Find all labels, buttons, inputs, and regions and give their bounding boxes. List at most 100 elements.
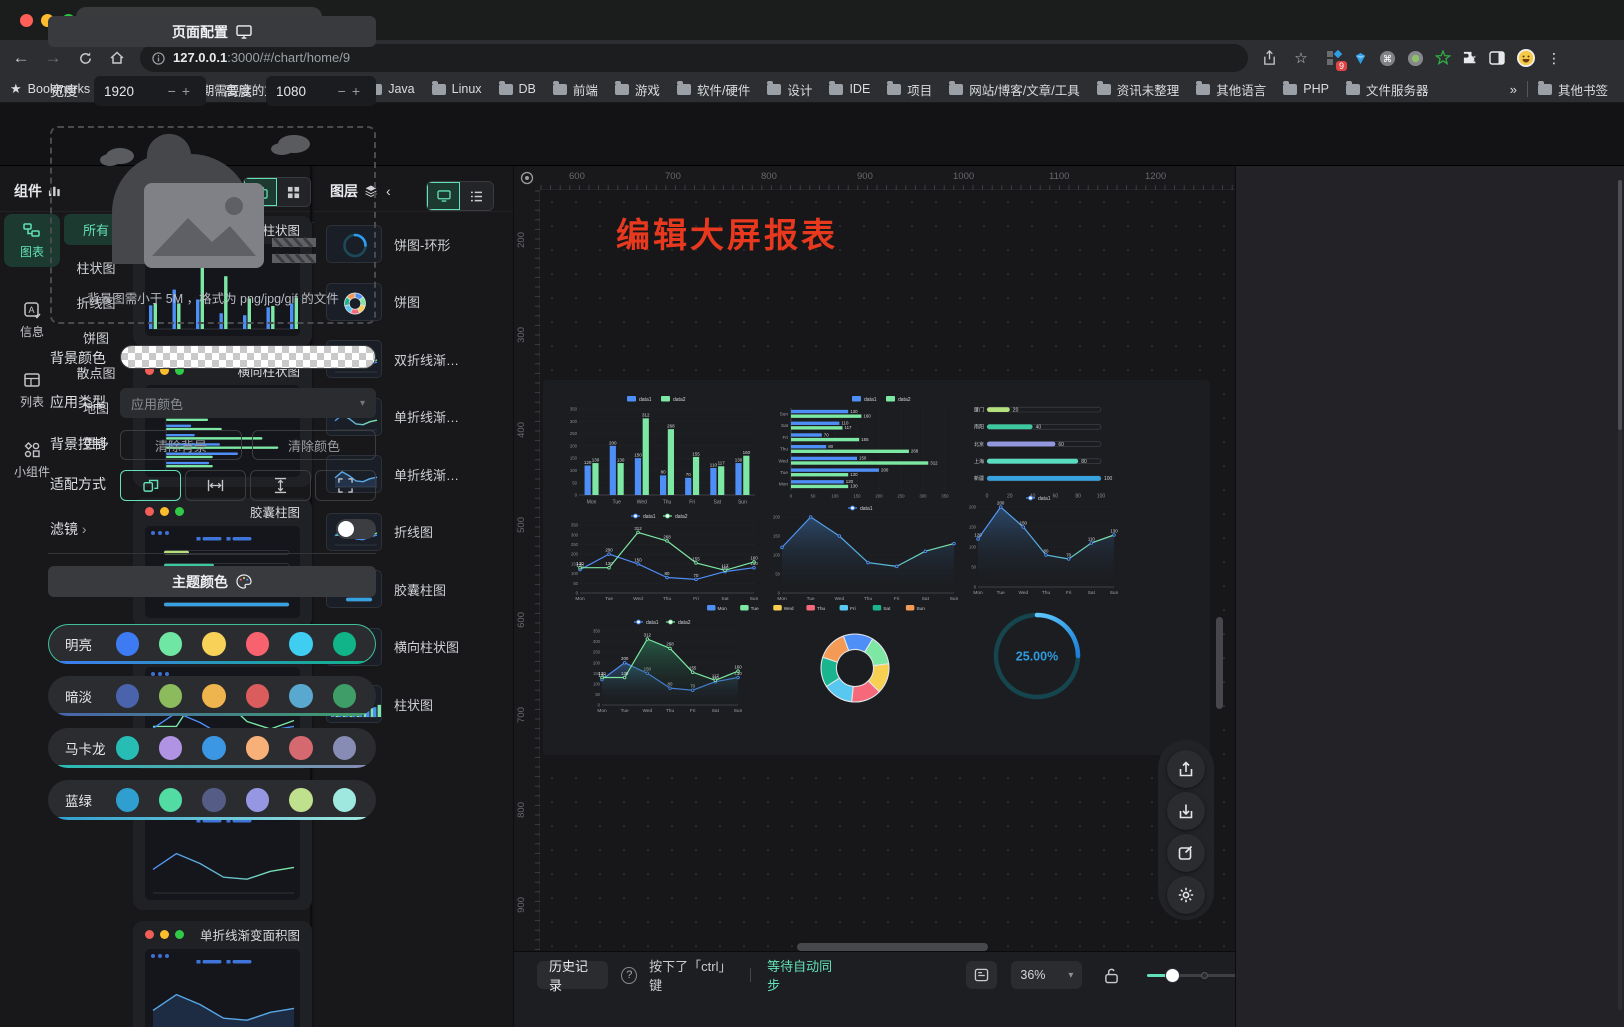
collapse-panel-icon[interactable]: ‹ — [386, 183, 391, 199]
clear-background-button[interactable]: 清除背景 — [120, 430, 242, 460]
canvas-chart-bar-horizontal[interactable]: 050100150200250300350MonTueWedThuFriSatS… — [769, 392, 963, 500]
forward-icon[interactable]: → — [42, 47, 64, 69]
canvas-chart-line-area[interactable]: 0501001502001202001508070110130MonTueWed… — [963, 492, 1121, 596]
bookmarks-star-icon[interactable]: ★ — [10, 81, 22, 97]
svg-text:Sun: Sun — [1110, 590, 1119, 596]
height-value: 1080 — [276, 84, 306, 99]
theme-row-明亮[interactable]: 明亮 — [48, 624, 376, 664]
bookmark-folder[interactable]: 资讯未整理 — [1097, 80, 1180, 99]
bookmark-folder[interactable]: 设计 — [767, 80, 812, 99]
extension-grid-icon[interactable]: 9 — [1326, 50, 1342, 66]
lock-icon[interactable] — [1104, 967, 1119, 984]
gem-extension-icon[interactable] — [1353, 51, 1368, 66]
theme-color-dot — [116, 736, 139, 760]
page-config-panel — [1235, 166, 1624, 1027]
bg-control-label: 背景控制 — [50, 434, 106, 454]
url-bar[interactable]: 127.0.0.1:3000/#/chart/home/9 — [140, 44, 1248, 72]
sidebar-item-icon — [23, 371, 41, 389]
canvas-chart-pie-donut[interactable]: MonTueWedThuFriSatSun — [703, 602, 943, 718]
import-button[interactable] — [1167, 792, 1205, 830]
svg-text:150: 150 — [570, 456, 578, 461]
bookmark-folder[interactable]: 项目 — [887, 80, 932, 99]
card-header: 单折线渐变面积图 — [133, 921, 312, 947]
reload-icon[interactable] — [74, 47, 96, 69]
theme-row-蓝绿[interactable]: 蓝绿 — [48, 780, 376, 820]
svg-text:Tue: Tue — [997, 590, 1005, 596]
profile-avatar-icon[interactable] — [1516, 48, 1536, 68]
theme-row-马卡龙[interactable]: 马卡龙 — [48, 728, 376, 768]
fit-width-button[interactable] — [185, 470, 246, 501]
bookmark-folder[interactable]: IDE — [829, 80, 870, 99]
svg-text:200: 200 — [570, 443, 578, 448]
category-饼图[interactable]: 饼图 — [64, 328, 128, 347]
component-card-横向柱状图[interactable]: 横向柱状图 — [133, 357, 312, 487]
settings-button[interactable] — [1167, 876, 1205, 914]
background-upload-dropzone[interactable]: 背景图需小于 5M ，格式为 png/jpg/gif 的文件 — [50, 126, 376, 324]
canvas-chart-line-dual[interactable]: 0501001502002503003501202001508070110130… — [565, 510, 761, 602]
bookmark-folder[interactable]: 网站/博客/文章/工具 — [949, 80, 1079, 99]
width-stepper[interactable]: 1920−+ — [94, 76, 206, 106]
slider-thumb[interactable] — [1165, 968, 1180, 983]
bookmarks-overflow-icon[interactable]: » — [1510, 82, 1517, 97]
browser-menu-icon[interactable]: ⋮ — [1547, 50, 1561, 67]
export-button[interactable] — [1167, 750, 1205, 788]
filter-label: 滤镜 › — [50, 519, 87, 539]
bookmark-star-icon[interactable]: ☆ — [1290, 47, 1312, 69]
history-button[interactable]: 历史记录 — [537, 961, 608, 989]
app-type-select[interactable]: 应用颜色▾ — [120, 388, 376, 418]
bookmark-folder[interactable]: DB — [499, 80, 536, 99]
bookmark-folder[interactable]: 前端 — [553, 80, 598, 99]
bookmark-folder[interactable]: PHP — [1283, 80, 1329, 99]
fit-stretch-button[interactable] — [315, 470, 376, 501]
layer-list-toggle[interactable] — [460, 182, 493, 210]
canvas-chart-ring-progress[interactable]: 25.00% — [991, 608, 1083, 704]
svg-text:200: 200 — [969, 505, 977, 510]
bookmark-folder[interactable]: 文件服务器 — [1346, 80, 1429, 99]
sidebar-toggle-icon[interactable] — [1489, 51, 1505, 65]
zoom-select[interactable]: 36%▾ — [1011, 961, 1082, 989]
svg-text:A: A — [28, 305, 34, 315]
svg-text:200: 200 — [605, 548, 613, 553]
component-card-胶囊柱图[interactable]: 胶囊柱图 — [133, 498, 312, 628]
svg-text:0: 0 — [576, 591, 579, 596]
zoom-slider[interactable] — [1147, 968, 1235, 982]
edit-button[interactable] — [1167, 834, 1205, 872]
bookmark-folder[interactable]: 游戏 — [615, 80, 660, 99]
help-icon[interactable]: ? — [621, 967, 637, 984]
fit-scale-button[interactable] — [120, 470, 181, 501]
canvas-text-title[interactable]: 编辑大屏报表 — [616, 208, 838, 257]
theme-row-暗淡[interactable]: 暗淡 — [48, 676, 376, 716]
back-icon[interactable]: ← — [10, 47, 32, 69]
config-scrollbar-thumb[interactable] — [1618, 180, 1622, 430]
bookmark-folder[interactable]: 其他语言 — [1196, 80, 1266, 99]
vertical-scrollbar[interactable] — [1216, 617, 1223, 709]
command-extension-icon[interactable]: ⌘ — [1379, 50, 1396, 67]
green-star-extension-icon[interactable] — [1435, 50, 1451, 66]
notes-button[interactable] — [966, 961, 997, 989]
horizontal-scrollbar[interactable] — [797, 943, 988, 951]
share-icon[interactable] — [1258, 47, 1280, 69]
traffic-close-icon[interactable] — [20, 14, 33, 27]
bg-color-swatch[interactable] — [120, 345, 376, 369]
component-card-单折线渐变面积图[interactable]: 单折线渐变面积图 — [133, 921, 312, 1027]
bookmark-folder[interactable]: Linux — [432, 80, 482, 99]
card-header: 胶囊柱图 — [133, 498, 312, 524]
dashboard-preview[interactable]: 0501001502002503003501202001508070110130… — [543, 380, 1210, 755]
dot-extension-icon[interactable] — [1407, 50, 1424, 67]
mini-chart-line1 — [145, 808, 300, 900]
canvas-chart-bar-grouped[interactable]: 0501001502002503003501202001508070110130… — [563, 392, 759, 506]
bookmark-folder[interactable]: 软件/硬件 — [677, 80, 750, 99]
puzzle-extensions-icon[interactable] — [1462, 50, 1478, 66]
fit-height-button[interactable] — [250, 470, 311, 501]
height-stepper[interactable]: 1080−+ — [266, 76, 376, 106]
filter-toggle[interactable] — [336, 519, 376, 539]
layer-thumbnail-toggle[interactable] — [427, 182, 460, 210]
canvas-chart-capsule-bar[interactable]: 厦门20南阳40北京60上海80新疆100020406080100 — [967, 396, 1117, 500]
canvas-chart-line-gradient[interactable]: 050100150200MonTueWedThuFriSatSundata1 — [767, 502, 961, 602]
clear-color-button[interactable]: 清除颜色 — [252, 430, 376, 460]
svg-text:Fri: Fri — [689, 500, 695, 506]
home-icon[interactable] — [106, 47, 128, 69]
monitor-icon — [236, 25, 252, 39]
other-bookmarks-folder[interactable]: 其他书签 — [1538, 80, 1608, 99]
svg-text:新疆: 新疆 — [974, 475, 984, 482]
